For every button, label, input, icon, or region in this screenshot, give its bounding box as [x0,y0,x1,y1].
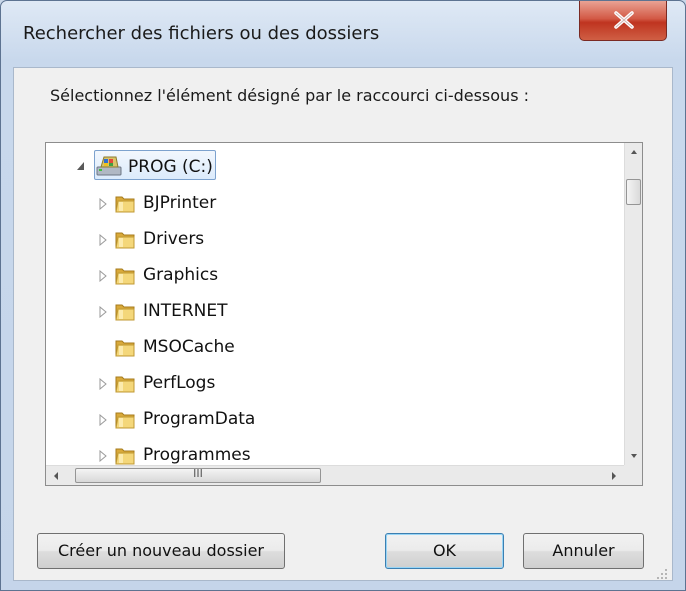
resize-grip-icon[interactable] [654,566,668,580]
scroll-down-arrow-icon[interactable] [625,447,643,465]
vertical-scroll-thumb[interactable] [626,179,641,205]
scrollbar-corner [624,465,642,485]
collapsed-arrow-icon[interactable] [98,198,108,210]
tree-folder-label: INTERNET [143,301,228,321]
tree-folder-item[interactable]: INTERNET [46,297,616,327]
tree-folder-label: MSOCache [143,337,235,357]
tree-folder-label: Graphics [143,265,219,285]
folder-icon [115,376,135,393]
collapsed-arrow-icon[interactable] [98,234,108,246]
folder-icon [115,196,135,213]
tree-folder-label: BJPrinter [143,193,217,213]
close-button[interactable] [579,1,667,41]
horizontal-scrollbar[interactable]: III [46,465,624,485]
folder-icon [115,304,135,321]
drive-icon [96,156,122,176]
horizontal-scroll-thumb[interactable]: III [75,467,321,483]
tree-folder-item[interactable]: Graphics [46,261,616,291]
window-title: Rechercher des fichiers ou des dossiers [23,23,380,44]
scroll-left-arrow-icon[interactable] [46,466,66,486]
tree-folder-item[interactable]: PerfLogs [46,369,616,399]
cancel-button[interactable]: Annuler [523,533,644,569]
dialog-window: Rechercher des fichiers ou des dossiers … [0,0,686,591]
new-folder-button[interactable]: Créer un nouveau dossier [37,533,285,569]
tree-folder-label: PerfLogs [143,373,216,393]
tree-folder-item[interactable]: MSOCache [46,333,616,363]
tree-folder-item[interactable]: Drivers [46,225,616,255]
close-icon [614,11,634,29]
tree-folder-item[interactable]: BJPrinter [46,189,616,219]
tree-folder-label: Programmes [143,445,251,465]
folder-icon [115,340,135,357]
tree-folder-label: Drivers [143,229,205,249]
tree-root-label: PROG (C:) [128,157,213,177]
tree-root-item[interactable]: PROG (C:) [46,150,616,183]
collapsed-arrow-icon[interactable] [98,414,108,426]
folder-icon [115,448,135,465]
tree-folder-item[interactable]: ProgramData [46,405,616,435]
scroll-right-arrow-icon[interactable] [604,466,624,486]
tree-folder-label: ProgramData [143,409,256,429]
collapsed-arrow-icon[interactable] [98,378,108,390]
scroll-grip: III [193,467,203,480]
collapsed-arrow-icon[interactable] [98,306,108,318]
folder-icon [115,412,135,429]
collapsed-arrow-icon[interactable] [98,270,108,282]
instruction-text: Sélectionnez l'élément désigné par le ra… [50,86,530,105]
expanded-arrow-icon[interactable] [76,161,86,171]
folder-tree[interactable]: PROG (C:) BJPrinter Drivers Graphics INTERN… [45,142,643,486]
title-bar[interactable]: Rechercher des fichiers ou des dossiers [1,1,685,67]
folder-icon [115,268,135,285]
collapsed-arrow-icon[interactable] [98,450,108,462]
ok-button[interactable]: OK [385,533,504,569]
vertical-scrollbar[interactable] [624,143,642,465]
scroll-up-arrow-icon[interactable] [625,143,643,161]
dialog-body: Sélectionnez l'élément désigné par le ra… [13,67,673,581]
folder-icon [115,232,135,249]
